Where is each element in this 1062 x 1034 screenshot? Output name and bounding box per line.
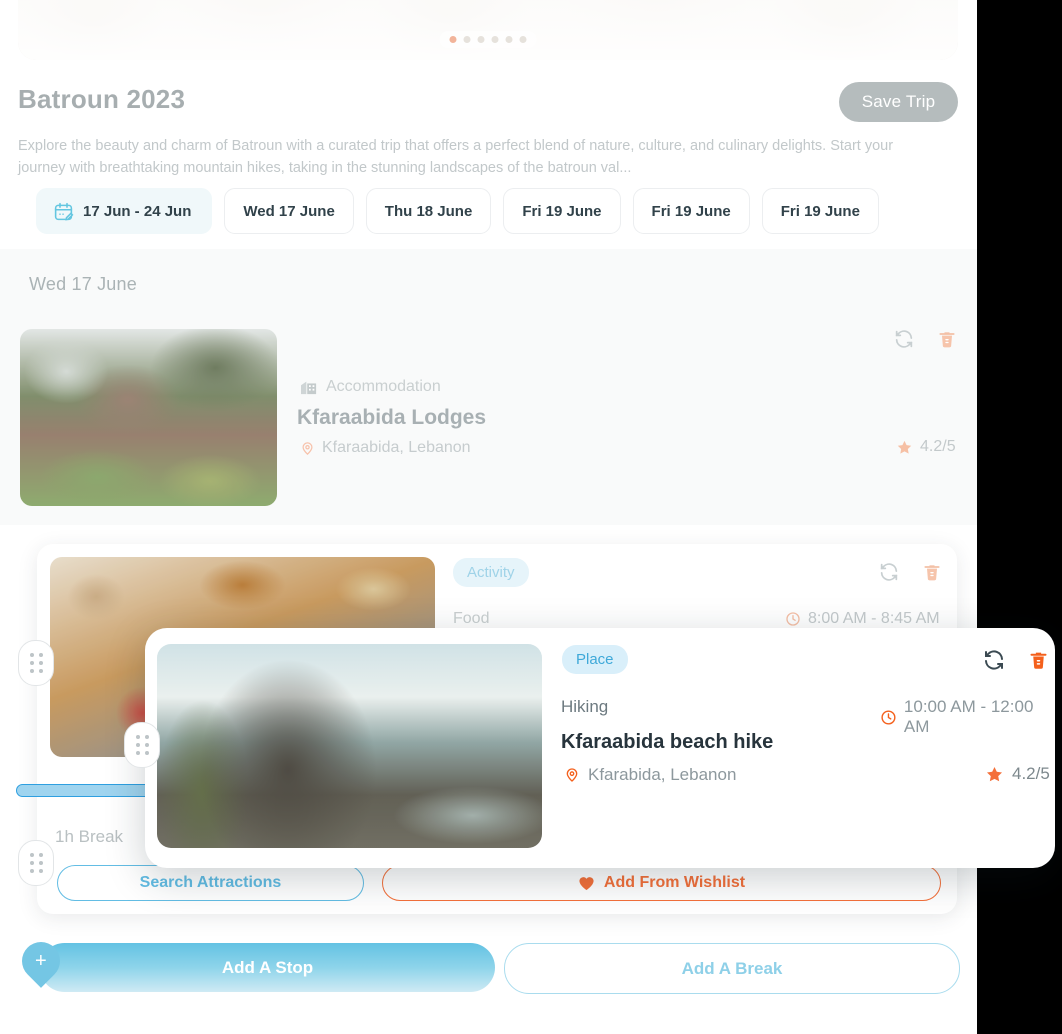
accommodation-rating-label: 4.2/5 [920,438,956,455]
place-badge: Place [562,645,628,674]
map-pin-icon [302,441,313,455]
activity-time-label: 8:00 AM - 8:45 AM [808,610,940,627]
clock-icon [786,612,800,626]
page-title: Batroun 2023 [18,84,186,114]
tab-day-4[interactable]: Fri 19 June [632,188,750,234]
accommodation-location-label: Kfaraabida, Lebanon [322,439,471,456]
refresh-icon[interactable] [878,561,900,583]
activity-time: 8:00 AM - 8:45 AM [785,610,940,628]
add-from-wishlist-button[interactable]: Add From Wishlist [382,865,941,901]
trash-icon[interactable] [1028,648,1049,672]
grip-dots-icon [135,735,149,755]
drag-handle-place[interactable] [124,722,160,768]
activity-actions [878,561,942,583]
place-time-label: 10:00 AM - 12:00 AM [903,697,1034,736]
refresh-icon[interactable] [982,648,1006,672]
day-label: Wed 17 June [29,274,137,294]
carousel-dot-3[interactable] [477,36,485,43]
tab-day-2[interactable]: Thu 18 June [365,188,492,234]
search-attractions-label: Search Attractions [139,874,282,891]
map-pin-icon [566,768,578,782]
clock-icon [881,709,896,725]
refresh-icon[interactable] [893,328,915,350]
place-rating-label: 4.2/5 [1012,764,1050,783]
carousel-dot-4[interactable] [491,36,499,43]
break-label: 1h Break [55,827,124,846]
carousel-dot-5[interactable] [505,36,513,43]
accommodation-actions [893,328,957,350]
activity-badge: Activity [453,558,529,587]
grip-dots-icon [29,853,43,873]
trash-icon[interactable] [922,561,942,583]
save-trip-button[interactable]: Save Trip [839,82,958,122]
hero-image-carousel[interactable] [18,0,958,60]
add-from-wishlist-label: Add From Wishlist [603,874,746,891]
tab-day-3[interactable]: Fri 19 June [503,188,621,234]
place-image-overlay [157,644,542,848]
drag-handle-break[interactable] [18,840,54,886]
accommodation-rating: 4.2/5 [896,438,956,456]
app-page: Batroun 2023 Save Trip Explore the beaut… [0,0,977,1034]
star-icon [897,440,912,454]
carousel-dots[interactable] [439,31,537,48]
date-tabs: 17 Jun - 24 Jun Wed 17 June Thu 18 June … [36,188,879,234]
carousel-dot-2[interactable] [463,36,471,43]
carousel-dot-1[interactable] [449,36,457,43]
tab-date-range[interactable]: 17 Jun - 24 Jun [36,188,213,234]
add-a-break-button[interactable]: Add A Break [504,943,960,994]
tab-date-range-label: 17 Jun - 24 Jun [83,202,192,220]
place-title: Kfaraabida beach hike [561,731,774,753]
place-time: 10:00 AM - 12:00 AM [880,697,1062,737]
accommodation-name: Kfaraabida Lodges [297,406,487,429]
place-rating: 4.2/5 [985,764,1050,784]
hotel-icon [301,381,317,395]
accommodation-image-overlay [20,329,277,506]
trip-description: Explore the beauty and charm of Batroun … [18,138,894,176]
accommodation-location: Kfaraabida, Lebanon [300,439,471,457]
star-icon [986,766,1003,781]
place-location: Kfarabida, Lebanon [564,765,736,785]
accommodation-type: Accommodation [300,378,441,396]
tab-day-1[interactable]: Wed 17 June [224,188,354,234]
plus-glyph: + [35,950,47,972]
accommodation-image[interactable] [20,329,277,506]
calendar-edit-icon [54,202,74,220]
activity-category: Food [453,610,490,627]
grip-dots-icon [29,653,43,673]
place-category: Hiking [561,697,609,716]
place-actions [982,648,1049,672]
hero-overlay [18,0,958,60]
search-attractions-button[interactable]: Search Attractions [57,865,364,901]
accommodation-type-label: Accommodation [326,378,441,395]
carousel-dot-6[interactable] [519,36,527,43]
trash-icon[interactable] [937,328,957,350]
add-a-stop-button[interactable]: Add A Stop [40,943,495,992]
tab-day-5[interactable]: Fri 19 June [761,188,879,234]
drag-handle-activity[interactable] [18,640,54,686]
place-image[interactable] [157,644,542,848]
heart-icon [579,877,594,891]
place-location-label: Kfarabida, Lebanon [588,765,737,784]
